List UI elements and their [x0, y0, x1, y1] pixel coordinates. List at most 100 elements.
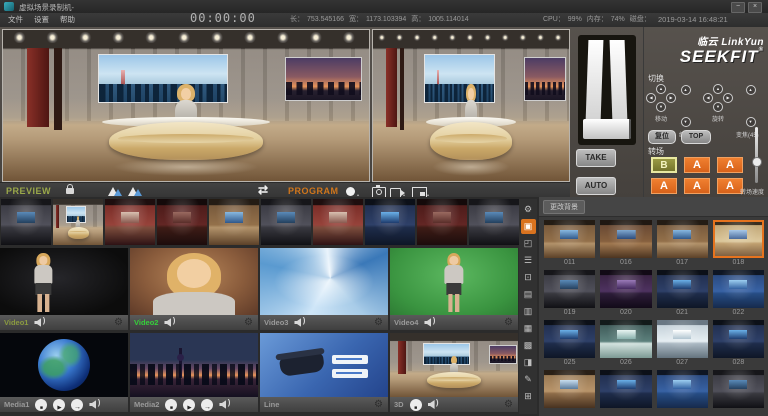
line-cell[interactable]: Line: [260, 333, 388, 412]
preset-thumb[interactable]: [313, 199, 363, 245]
scene-thumb[interactable]: 025: [544, 320, 595, 367]
video2-thumbnail[interactable]: [130, 248, 258, 315]
video1-thumbnail[interactable]: [0, 248, 128, 315]
scene-thumb[interactable]: 022: [713, 270, 764, 317]
speaker-icon[interactable]: [164, 318, 175, 327]
focus-up-icon[interactable]: [746, 85, 756, 95]
media1-thumbnail[interactable]: [0, 333, 128, 397]
move-right-icon[interactable]: [666, 93, 676, 103]
preset-thumb[interactable]: [1, 199, 51, 245]
preset-thumb[interactable]: [469, 199, 519, 245]
transition-button-b[interactable]: B: [651, 157, 677, 173]
gear-icon[interactable]: [374, 400, 383, 410]
scene-thumb[interactable]: 026: [600, 320, 651, 367]
transition-button-a3[interactable]: A: [651, 178, 677, 194]
transition-button-a4[interactable]: A: [684, 178, 710, 194]
loop-button[interactable]: [71, 399, 83, 411]
speaker-icon[interactable]: [89, 400, 100, 409]
line-thumbnail[interactable]: [260, 333, 388, 397]
media2-cell[interactable]: Media2: [130, 333, 258, 412]
video3-thumbnail[interactable]: [260, 248, 388, 315]
scene3d-thumbnail[interactable]: [390, 333, 518, 397]
focus-down-icon[interactable]: [746, 117, 756, 127]
scene-image-icon[interactable]: [108, 186, 122, 196]
scene-thumb[interactable]: 011: [544, 220, 595, 267]
speaker-icon[interactable]: [428, 400, 439, 409]
scene-thumb[interactable]: 021: [657, 270, 708, 317]
scene3d-cell[interactable]: 3D: [390, 333, 518, 412]
menu-settings[interactable]: 设置: [30, 13, 53, 27]
move-down-icon[interactable]: [656, 102, 666, 112]
top-button[interactable]: TOP: [681, 130, 711, 144]
speaker-icon[interactable]: [424, 318, 435, 327]
gear-icon[interactable]: [374, 318, 383, 328]
settings-icon[interactable]: ⚙: [521, 202, 536, 217]
transition-button-a1[interactable]: A: [684, 157, 710, 173]
scene-image-alt-icon[interactable]: [128, 186, 142, 196]
scene-thumb[interactable]: 027: [657, 320, 708, 367]
scene-thumb[interactable]: [544, 370, 595, 416]
scene-thumb[interactable]: 019: [544, 270, 595, 317]
slider-knob[interactable]: [752, 157, 762, 167]
zoom-up-icon[interactable]: [681, 85, 691, 95]
speaker-icon[interactable]: [219, 400, 230, 409]
list-icon[interactable]: ☰: [521, 253, 536, 268]
preset-thumb[interactable]: [417, 199, 467, 245]
play-button[interactable]: [53, 399, 65, 411]
speaker-icon[interactable]: [34, 318, 45, 327]
scene-thumb[interactable]: 020: [600, 270, 651, 317]
rotate-right-icon[interactable]: [723, 93, 733, 103]
preset-thumb[interactable]: [261, 199, 311, 245]
scene-thumb[interactable]: [657, 370, 708, 416]
monitor-icon[interactable]: ⊡: [521, 270, 536, 285]
scene-thumb[interactable]: 017: [657, 220, 708, 267]
gear-icon[interactable]: [114, 318, 123, 328]
video4-cell[interactable]: Video4: [390, 248, 518, 330]
video1-cell[interactable]: Video1: [0, 248, 128, 330]
pattern-icon[interactable]: ▩: [521, 338, 536, 353]
menu-help[interactable]: 帮助: [56, 13, 79, 27]
preset-thumb[interactable]: [157, 199, 207, 245]
play-button[interactable]: [183, 399, 195, 411]
layout-icon[interactable]: ◰: [521, 236, 536, 251]
menu-file[interactable]: 文件: [4, 13, 27, 27]
take-button[interactable]: TAKE: [576, 149, 616, 167]
rotate-up-icon[interactable]: [713, 84, 723, 94]
video4-thumbnail[interactable]: [390, 248, 518, 315]
image-icon[interactable]: ◨: [521, 355, 536, 370]
video3-cell[interactable]: Video3: [260, 248, 388, 330]
record-icon[interactable]: [346, 187, 355, 196]
preset-thumb[interactable]: [209, 199, 259, 245]
rows-icon[interactable]: ▤: [521, 287, 536, 302]
add-icon[interactable]: ⊞: [521, 389, 536, 404]
move-up-icon[interactable]: [656, 84, 666, 94]
scene-thumb[interactable]: [713, 370, 764, 416]
preset-thumb-selected[interactable]: [53, 199, 103, 245]
reset-button[interactable]: 复位: [648, 130, 676, 144]
loop-button[interactable]: [201, 399, 213, 411]
gear-icon[interactable]: [504, 400, 513, 410]
scene-thumb[interactable]: 016: [600, 220, 651, 267]
scene-thumb-selected[interactable]: 018: [713, 220, 764, 267]
gear-icon[interactable]: [244, 318, 253, 328]
auto-button[interactable]: AUTO: [576, 177, 616, 195]
stop-button[interactable]: [165, 399, 177, 411]
speaker-icon[interactable]: [294, 318, 305, 327]
tbar-handle[interactable]: [583, 119, 631, 139]
stop-button[interactable]: [35, 399, 47, 411]
columns-icon[interactable]: ▥: [521, 304, 536, 319]
minimize-button[interactable]: −: [731, 2, 745, 13]
transition-button-a2[interactable]: A: [717, 157, 743, 173]
change-background-tab[interactable]: 更改背景: [543, 200, 585, 214]
move-left-icon[interactable]: [646, 93, 656, 103]
media2-thumbnail[interactable]: [130, 333, 258, 397]
transition-speed-slider[interactable]: [755, 127, 758, 183]
swap-transition-icon[interactable]: [258, 183, 268, 197]
rotate-left-icon[interactable]: [703, 93, 713, 103]
save-icon[interactable]: ▣: [521, 219, 536, 234]
rotate-down-icon[interactable]: [713, 102, 723, 112]
zoom-down-icon[interactable]: [681, 117, 691, 127]
scene-thumb[interactable]: 028: [713, 320, 764, 367]
preset-thumb[interactable]: [365, 199, 415, 245]
scene-thumb[interactable]: [600, 370, 651, 416]
